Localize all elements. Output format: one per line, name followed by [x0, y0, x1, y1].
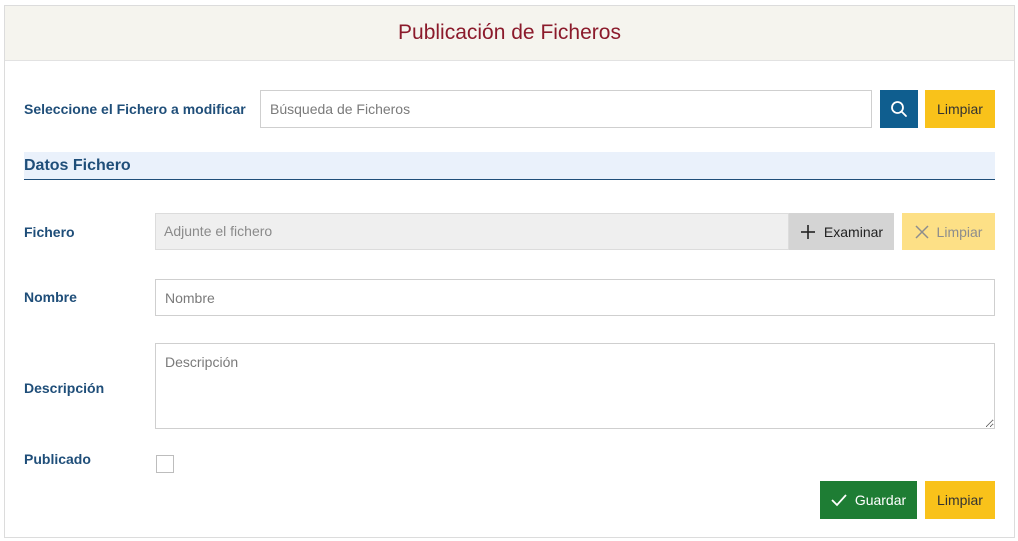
- form-clear-label: Limpiar: [937, 492, 983, 508]
- close-icon: [915, 224, 929, 239]
- form-clear-button[interactable]: Limpiar: [925, 481, 995, 519]
- fichero-label: Fichero: [24, 224, 75, 240]
- search-icon: [891, 101, 907, 117]
- file-attachment-field[interactable]: Adjunte el fichero: [155, 213, 789, 250]
- search-button[interactable]: [880, 90, 918, 128]
- browse-button[interactable]: Examinar: [789, 213, 894, 250]
- file-clear-button[interactable]: Limpiar: [902, 213, 995, 250]
- panel-header: Publicación de Ficheros: [5, 6, 1014, 61]
- section-title: Datos Fichero: [24, 157, 131, 174]
- page-title: Publicación de Ficheros: [398, 21, 621, 44]
- publicado-label: Publicado: [24, 451, 91, 467]
- publicado-checkbox[interactable]: [156, 455, 174, 473]
- check-icon: [831, 494, 847, 507]
- save-button[interactable]: Guardar: [820, 481, 917, 519]
- file-search-input[interactable]: [260, 90, 872, 128]
- search-label: Seleccione el Fichero a modificar: [24, 101, 246, 117]
- plus-icon: [800, 224, 815, 239]
- file-attachment-placeholder: Adjunte el fichero: [164, 223, 273, 239]
- file-clear-label: Limpiar: [936, 223, 983, 240]
- nombre-input[interactable]: [155, 279, 995, 316]
- save-label: Guardar: [854, 492, 907, 508]
- nombre-label: Nombre: [24, 289, 77, 305]
- publication-panel: Publicación de Ficheros Seleccione el Fi…: [4, 5, 1015, 538]
- search-clear-button[interactable]: Limpiar: [925, 90, 995, 128]
- descripcion-label: Descripción: [24, 380, 105, 396]
- browse-label: Examinar: [823, 223, 884, 240]
- section-header: Datos Fichero: [24, 152, 995, 180]
- search-clear-label: Limpiar: [937, 101, 983, 117]
- descripcion-textarea[interactable]: [155, 343, 995, 429]
